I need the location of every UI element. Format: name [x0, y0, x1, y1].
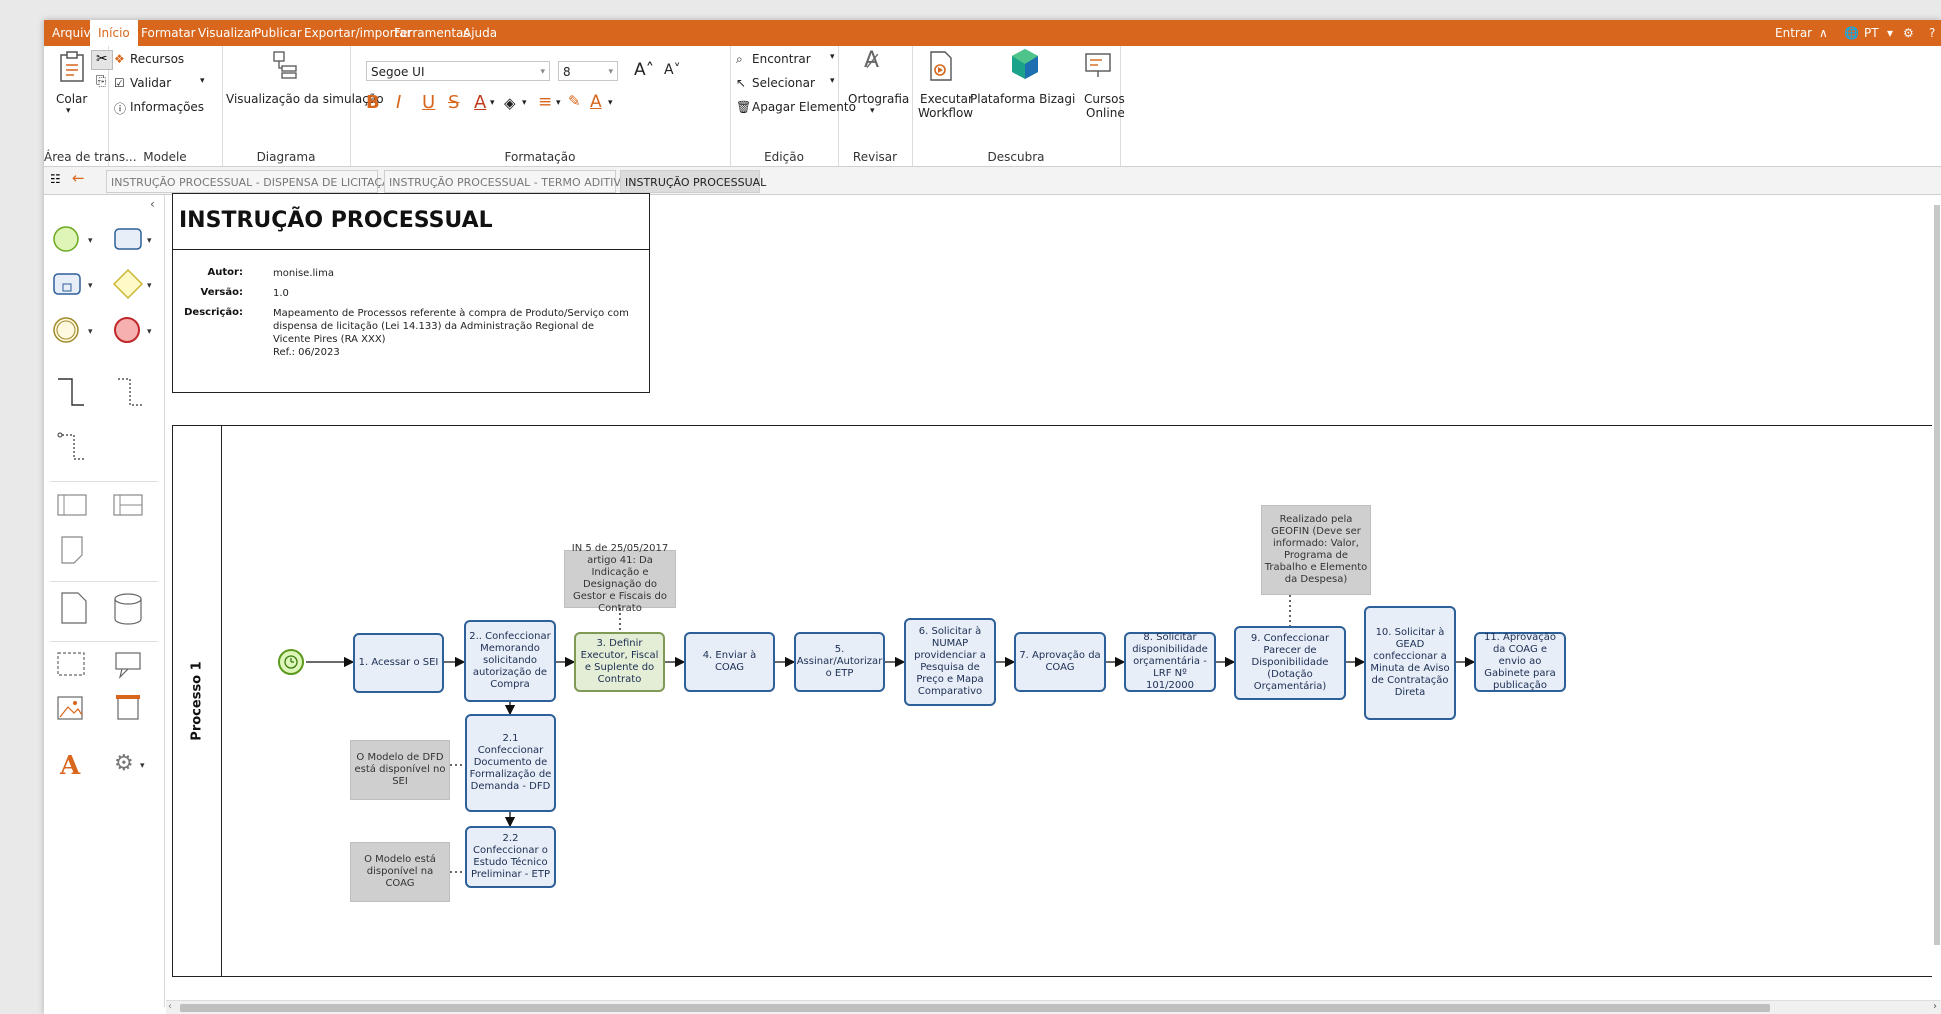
task-etp[interactable]: 2.2 Confeccionar o Estudo Técnico Prelim…	[465, 826, 556, 888]
horizontal-scroll-thumb[interactable]	[180, 1004, 1770, 1012]
task-dfd[interactable]: 2.1 Confeccionar Documento de Formalizaç…	[465, 714, 556, 812]
annotation-coag-model[interactable]: O Modelo está disponível na COAG	[350, 842, 450, 902]
task-gead-minuta[interactable]: 10. Solicitar à GEAD confeccionar a Minu…	[1364, 606, 1456, 720]
annotation-in5[interactable]: IN 5 de 25/05/2017 artigo 41: Da Indicaç…	[564, 543, 676, 614]
task-disponibilidade[interactable]: 8. Solicitar disponibilidade orçamentári…	[1124, 632, 1216, 692]
task-enviar-coag[interactable]: 4. Enviar à COAG	[684, 632, 775, 692]
app-window: Arquivo Início Formatar Visualizar Publi…	[44, 20, 1941, 1014]
vertical-scrollbar[interactable]	[1932, 195, 1941, 1000]
task-definir-executor[interactable]: 3. Definir Executor, Fiscal e Suplente d…	[574, 632, 665, 692]
task-assinar-etp[interactable]: 5. Assinar/Autorizar o ETP	[794, 632, 885, 692]
timer-icon	[284, 655, 298, 669]
task-aprovacao-gabinete[interactable]: 11. Aprovação da COAG e envio ao Gabinet…	[1474, 632, 1566, 692]
annotation-geofin[interactable]: Realizado pela GEOFIN (Deve ser informad…	[1261, 505, 1371, 595]
vertical-scroll-thumb[interactable]	[1934, 205, 1940, 945]
task-numap[interactable]: 6. Solicitar à NUMAP providenciar a Pesq…	[904, 618, 996, 706]
scroll-right-icon[interactable]: ›	[1933, 1001, 1937, 1012]
sequence-flows	[306, 593, 1476, 873]
scroll-left-icon[interactable]: ‹	[168, 1001, 172, 1012]
horizontal-scrollbar[interactable]: ‹ ›	[166, 1000, 1941, 1014]
task-acessar-sei[interactable]: 1. Acessar o SEI	[353, 633, 444, 693]
task-memorando[interactable]: 2.. Confeccionar Memorando solicitando a…	[464, 620, 556, 702]
task-parecer[interactable]: 9. Confeccionar Parecer de Disponibilida…	[1234, 626, 1346, 700]
start-event[interactable]	[278, 649, 304, 675]
annotation-dfd-model[interactable]: O Modelo de DFD está disponível no SEI	[350, 740, 450, 800]
task-aprovacao-coag[interactable]: 7. Aprovação da COAG	[1014, 632, 1106, 692]
